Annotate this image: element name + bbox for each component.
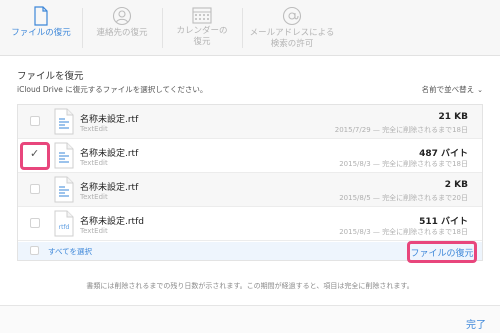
restore-files-button[interactable]: ファイルの復元 [407,241,477,263]
at-sign-icon [282,6,302,26]
tab-label: ファイルの復元 [11,28,71,38]
file-checkbox[interactable] [30,116,40,126]
file-size: 511 バイト [419,217,468,227]
file-size: 21 KB [438,112,469,122]
toolbar: ファイルの復元 連絡先の復元 カレンダーの 復元 メールアドレスによる 検索の許… [0,0,500,56]
tab-label: カレンダーの 復元 [176,26,228,47]
rtfd-icon-label: rtfd [59,224,70,231]
calendar-icon [192,7,212,24]
file-date: 2015/8/3 — 完全に削除されるまで18日 [339,228,468,236]
document-icon [34,6,48,26]
chevron-down-icon: ⌄ [477,86,483,94]
file-app: TextEdit [80,193,108,201]
file-app: TextEdit [80,227,108,235]
file-size: 2 KB [444,180,468,190]
file-date: 2015/7/29 — 完全に削除されるまで18日 [334,126,468,134]
file-checkbox[interactable] [30,184,40,194]
rtfd-file-icon: rtfd [54,210,74,237]
tab-restore-files[interactable]: ファイルの復元 [0,0,82,56]
tab-email-search[interactable]: メールアドレスによる 検索の許可 [242,0,342,56]
tab-restore-calendar[interactable]: カレンダーの 復元 [162,0,242,56]
tab-label: 連絡先の復元 [96,28,148,38]
file-date: 2015/8/5 — 完全に削除されるまで20日 [339,194,468,202]
tab-label: メールアドレスによる 検索の許可 [249,28,335,49]
retention-note: 書類には削除されるまでの残り日数が示されます。この期間が経過すると、項目は完全に… [86,282,414,290]
file-name: 名称未設定.rtfd [80,217,144,227]
file-app: TextEdit [80,159,108,167]
file-row[interactable]: 名称未設定.rtf TextEdit 2 KB 2015/8/5 — 完全に削除… [18,173,482,207]
contact-icon [112,6,132,26]
restore-files-label: ファイルの復元 [410,248,474,259]
file-size: 487 バイト [419,149,468,159]
file-name: 名称未設定.rtf [80,149,139,159]
rtf-file-icon [54,142,74,169]
rtf-file-icon [54,108,74,135]
file-row[interactable]: 名称未設定.rtf TextEdit 21 KB 2015/7/29 — 完全に… [18,105,482,139]
select-all-checkbox[interactable] [30,246,39,255]
file-row[interactable]: rtfd 名称未設定.rtfd TextEdit 511 バイト 2015/8/… [18,207,482,241]
section-description: iCloud Drive に復元するファイルを選択してください。 [17,85,208,94]
sort-menu[interactable]: 名前で並べ替え ⌄ [422,84,483,95]
done-button[interactable]: 完了 [466,316,486,331]
file-checkbox[interactable] [30,218,40,228]
file-date: 2015/8/3 — 完全に削除されるまで18日 [339,160,468,168]
file-list: 名称未設定.rtf TextEdit 21 KB 2015/7/29 — 完全に… [17,104,483,261]
file-name: 名称未設定.rtf [80,115,139,125]
file-checkbox-checked[interactable] [30,147,40,160]
section-title: ファイルを復元 [17,71,84,82]
file-name: 名称未設定.rtf [80,183,139,193]
bottom-bar: 完了 [0,305,500,333]
tab-restore-contacts[interactable]: 連絡先の復元 [82,0,162,56]
select-all-link[interactable]: すべてを選択 [48,246,92,257]
rtf-file-icon [54,176,74,203]
sort-label: 名前で並べ替え [421,85,475,94]
file-row[interactable]: 名称未設定.rtf TextEdit 487 バイト 2015/8/3 — 完全… [18,139,482,173]
file-app: TextEdit [80,125,108,133]
